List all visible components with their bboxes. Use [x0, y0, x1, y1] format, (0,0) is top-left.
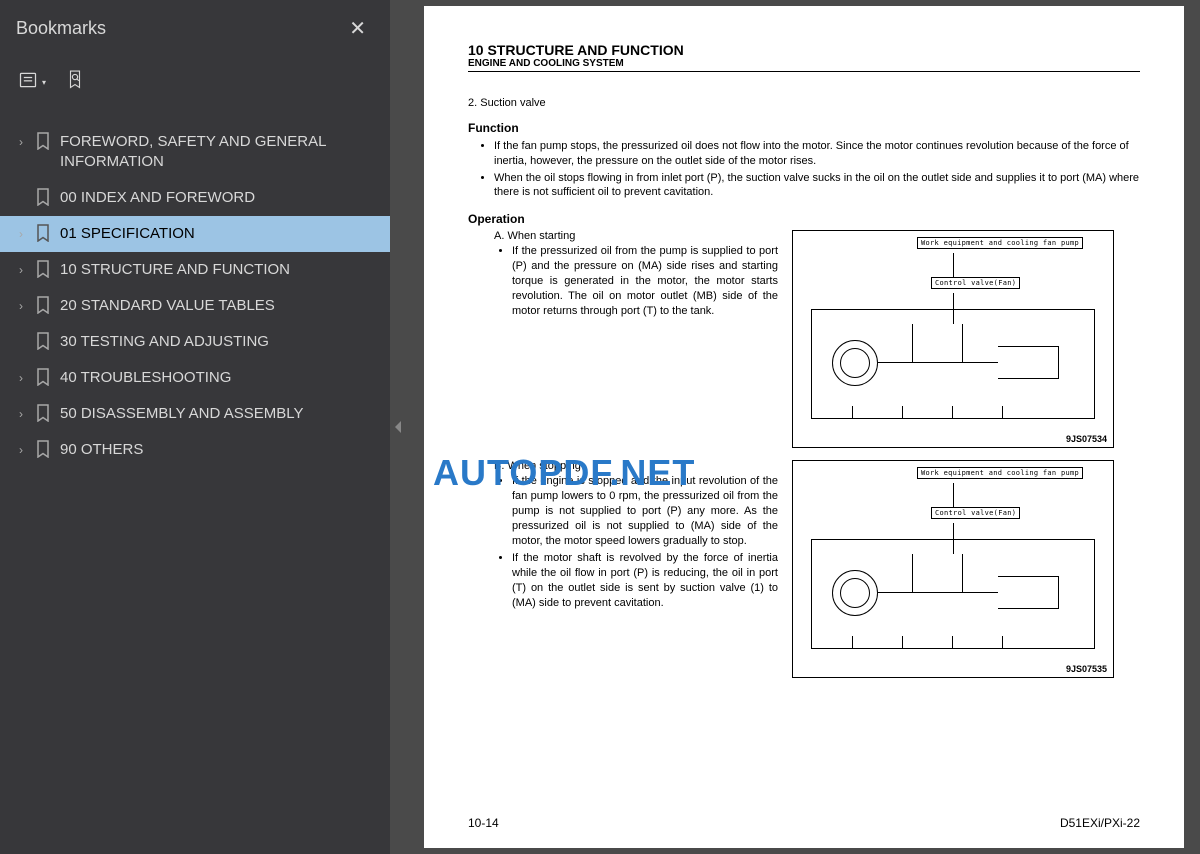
bookmark-troubleshooting[interactable]: › 40 TROUBLESHOOTING: [0, 360, 390, 396]
document-viewport[interactable]: AUTOPDF.NET 10 STRUCTURE AND FUNCTION EN…: [408, 0, 1200, 854]
list-icon: [18, 70, 38, 95]
bookmark-icon: [36, 132, 52, 152]
bullet-item: If the fan pump stops, the pressurized o…: [494, 139, 1140, 169]
bookmark-icon: [36, 188, 52, 208]
bookmark-icon: [36, 224, 52, 244]
bookmark-others[interactable]: › 90 OTHERS: [0, 432, 390, 468]
bookmark-label: 90 OTHERS: [60, 440, 143, 460]
chapter-title: 10 STRUCTURE AND FUNCTION: [468, 42, 1140, 58]
bookmark-index[interactable]: 00 INDEX AND FOREWORD: [0, 180, 390, 216]
chevron-down-icon: ▾: [42, 78, 46, 87]
panel-resize-handle[interactable]: [390, 0, 408, 854]
expand-icon[interactable]: ›: [14, 404, 28, 424]
operation-a-text: A. When starting If the pressurized oil …: [468, 230, 778, 448]
expand-icon[interactable]: ›: [14, 296, 28, 316]
bookmark-specification[interactable]: › 01 SPECIFICATION: [0, 216, 390, 252]
operation-heading: Operation: [468, 212, 1140, 226]
bullet-item: When the oil stops flowing in from inlet…: [494, 171, 1140, 201]
bookmark-icon: [36, 404, 52, 424]
bullet-item: If the motor shaft is revolved by the fo…: [512, 551, 778, 610]
expand-icon[interactable]: ›: [14, 224, 28, 244]
section-number: 2. Suction valve: [468, 96, 1140, 111]
bookmark-label: 30 TESTING AND ADJUSTING: [60, 332, 269, 352]
find-bookmark-button[interactable]: [62, 65, 88, 100]
expand-icon[interactable]: ›: [14, 132, 28, 152]
diagram-label-mid: Control valve(Fan): [931, 277, 1020, 289]
bookmark-icon: [36, 440, 52, 460]
bookmark-foreword[interactable]: › FOREWORD, SAFETY AND GENERAL INFORMATI…: [0, 124, 390, 180]
page-header: 10 STRUCTURE AND FUNCTION ENGINE AND COO…: [468, 42, 1140, 72]
bookmarks-tree: › FOREWORD, SAFETY AND GENERAL INFORMATI…: [0, 116, 390, 476]
pdf-page: 10 STRUCTURE AND FUNCTION ENGINE AND COO…: [424, 6, 1184, 848]
bullet-item: If the pressurized oil from the pump is …: [512, 244, 778, 318]
sidebar-header: Bookmarks ✕: [0, 0, 390, 57]
bookmarks-options-button[interactable]: ▾: [14, 66, 50, 99]
diagram-label-top: Work equipment and cooling fan pump: [917, 467, 1083, 479]
model-code: D51EXi/PXi-22: [1060, 816, 1140, 830]
hydraulic-diagram-b: Work equipment and cooling fan pump Cont…: [792, 460, 1114, 678]
diagram-code: 9JS07534: [1066, 434, 1107, 444]
watermark-text: AUTOPDF.NET: [433, 452, 695, 494]
bookmark-structure[interactable]: › 10 STRUCTURE AND FUNCTION: [0, 252, 390, 288]
diagram-label-top: Work equipment and cooling fan pump: [917, 237, 1083, 249]
ribbon-search-icon: [66, 69, 84, 96]
bookmark-label: FOREWORD, SAFETY AND GENERAL INFORMATION: [60, 132, 376, 172]
sidebar-toolbar: ▾: [0, 57, 390, 108]
function-heading: Function: [468, 121, 1140, 135]
bookmark-label: 00 INDEX AND FOREWORD: [60, 188, 255, 208]
function-bullets: If the fan pump stops, the pressurized o…: [468, 139, 1140, 200]
sidebar-title: Bookmarks: [16, 18, 106, 39]
bookmark-label: 10 STRUCTURE AND FUNCTION: [60, 260, 290, 280]
expand-icon[interactable]: ›: [14, 260, 28, 280]
diagram-code: 9JS07535: [1066, 664, 1107, 674]
bookmark-icon: [36, 296, 52, 316]
expand-icon[interactable]: ›: [14, 440, 28, 460]
operation-block-a: A. When starting If the pressurized oil …: [468, 230, 1140, 448]
bookmark-icon: [36, 368, 52, 388]
hydraulic-diagram-a: Work equipment and cooling fan pump Cont…: [792, 230, 1114, 448]
bookmark-testing[interactable]: 30 TESTING AND ADJUSTING: [0, 324, 390, 360]
bookmark-label: 40 TROUBLESHOOTING: [60, 368, 231, 388]
bookmark-icon: [36, 260, 52, 280]
op-a-letter: A. When starting: [494, 230, 778, 242]
bookmark-label: 01 SPECIFICATION: [60, 224, 195, 244]
bookmark-disassembly[interactable]: › 50 DISASSEMBLY AND ASSEMBLY: [0, 396, 390, 432]
page-footer: 10-14 D51EXi/PXi-22: [468, 816, 1140, 830]
bookmark-standard-values[interactable]: › 20 STANDARD VALUE TABLES: [0, 288, 390, 324]
bookmarks-panel: Bookmarks ✕ ▾ › FOREWORD, SAFETY AND GEN…: [0, 0, 390, 854]
page-number: 10-14: [468, 816, 499, 830]
chapter-subtitle: ENGINE AND COOLING SYSTEM: [468, 58, 1140, 69]
bookmark-label: 20 STANDARD VALUE TABLES: [60, 296, 275, 316]
expand-icon[interactable]: ›: [14, 368, 28, 388]
diagram-label-mid: Control valve(Fan): [931, 507, 1020, 519]
close-icon[interactable]: ✕: [341, 12, 374, 45]
bookmark-label: 50 DISASSEMBLY AND ASSEMBLY: [60, 404, 303, 424]
bookmark-icon: [36, 332, 52, 352]
